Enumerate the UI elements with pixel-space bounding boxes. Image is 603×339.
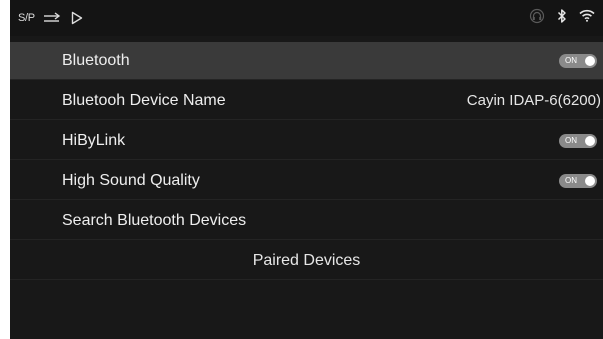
bluetooth-settings-screen: S/P Bluetooth ON Bluetooh Device Name Ca… bbox=[10, 0, 603, 339]
bluetooth-toggle-text: ON bbox=[565, 56, 577, 65]
hibylink-label: HiByLink bbox=[62, 132, 126, 149]
paired-devices-header: Paired Devices bbox=[10, 242, 603, 280]
wifi-icon bbox=[579, 9, 595, 27]
search-devices-row[interactable]: Search Bluetooth Devices bbox=[10, 202, 603, 240]
bluetooth-label: Bluetooth bbox=[62, 52, 130, 69]
shuffle-arrows-icon bbox=[43, 12, 61, 24]
toggle-knob bbox=[585, 56, 595, 66]
status-right-group bbox=[529, 0, 595, 36]
headphone-icon bbox=[529, 8, 545, 29]
paired-devices-label: Paired Devices bbox=[252, 252, 361, 269]
bluetooth-icon bbox=[557, 8, 567, 29]
high-sound-quality-toggle-text: ON bbox=[565, 176, 577, 185]
high-sound-quality-label: High Sound Quality bbox=[62, 172, 200, 189]
search-devices-label: Search Bluetooth Devices bbox=[62, 212, 247, 229]
toggle-knob bbox=[585, 176, 595, 186]
hibylink-toggle[interactable]: ON bbox=[559, 134, 597, 148]
play-icon bbox=[71, 11, 83, 25]
sp-mode-label: S/P bbox=[18, 12, 35, 24]
device-name-row[interactable]: Bluetooh Device Name Cayin IDAP-6(6200) bbox=[10, 82, 603, 120]
bluetooth-toggle[interactable]: ON bbox=[559, 54, 597, 68]
bluetooth-row[interactable]: Bluetooth ON bbox=[10, 42, 603, 80]
status-bar: S/P bbox=[10, 0, 603, 36]
toggle-knob bbox=[585, 136, 595, 146]
high-sound-quality-row[interactable]: High Sound Quality ON bbox=[10, 162, 603, 200]
status-left-group: S/P bbox=[18, 0, 83, 36]
hibylink-toggle-text: ON bbox=[565, 136, 577, 145]
device-name-value: Cayin IDAP-6(6200) bbox=[466, 92, 601, 109]
device-name-label: Bluetooh Device Name bbox=[62, 92, 226, 109]
high-sound-quality-toggle[interactable]: ON bbox=[559, 174, 597, 188]
hibylink-row[interactable]: HiByLink ON bbox=[10, 122, 603, 160]
